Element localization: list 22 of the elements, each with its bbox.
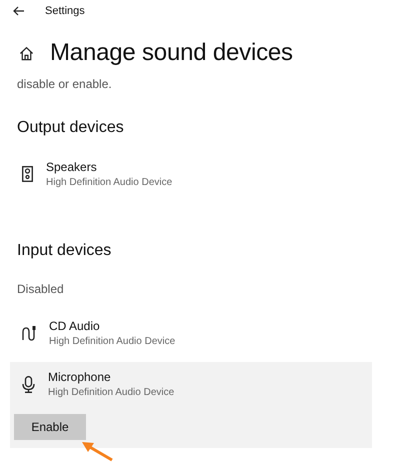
page-title: Manage sound devices xyxy=(50,39,293,67)
enable-button[interactable]: Enable xyxy=(14,414,86,440)
microphone-icon xyxy=(22,376,35,393)
section-subheading: Disabled xyxy=(17,282,65,296)
device-detail: High Definition Audio Device xyxy=(46,177,172,188)
device-detail: High Definition Audio Device xyxy=(49,336,176,347)
section-heading: Output devices xyxy=(17,119,125,137)
device-detail: High Definition Audio Device xyxy=(48,387,174,398)
device-name: Microphone xyxy=(48,370,112,384)
section-heading: Input devices xyxy=(17,242,112,260)
device-item[interactable]: Speakers High Definition Audio Device xyxy=(10,153,372,196)
device-name: CD Audio xyxy=(49,319,101,333)
page-description: disable or enable. xyxy=(17,77,113,91)
speaker-icon xyxy=(22,166,33,182)
cable-icon xyxy=(22,325,36,341)
arrow-drawing xyxy=(80,440,114,462)
back-icon[interactable] xyxy=(13,6,25,16)
device-item[interactable]: Microphone High Definition Audio Device Enable xyxy=(10,362,372,448)
window-title: Settings xyxy=(45,5,85,17)
device-item[interactable]: CD Audio High Definition Audio Device xyxy=(10,312,372,355)
device-name: Speakers xyxy=(46,160,98,174)
home-icon[interactable] xyxy=(19,46,34,60)
